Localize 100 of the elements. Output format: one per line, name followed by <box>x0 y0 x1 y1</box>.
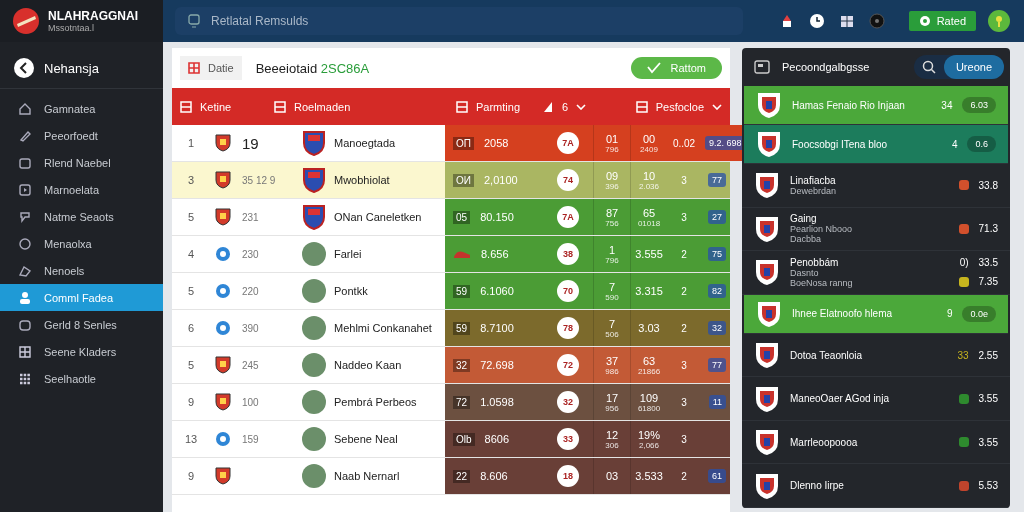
window-icon <box>754 60 770 74</box>
player-name: Sebene Neal <box>334 433 398 445</box>
player-name: Naab Nernarl <box>334 470 400 482</box>
rank-cell-text: 6 <box>186 322 196 334</box>
match-title: Foocsobgi ITena bloo <box>792 138 889 150</box>
sidebar-item[interactable]: Natme Seaots <box>0 203 163 230</box>
column-header[interactable]: Ketine <box>172 100 266 113</box>
sidebar-item[interactable]: Marnoelata <box>0 176 163 203</box>
player-name: ONan Caneletken <box>334 211 422 223</box>
sidebar-item[interactable]: Peeorfoedt <box>0 122 163 149</box>
match-item[interactable]: Foocsobgi ITena bloo 4 0.6 <box>744 125 1008 164</box>
column-header[interactable]: Parmting <box>442 100 534 113</box>
score-badge: 38 <box>557 243 579 265</box>
match-item[interactable]: Marrleoopoooa 3.55 <box>742 420 1010 465</box>
form-chip: 11 <box>708 395 726 409</box>
match-item[interactable]: Dlenno Iirpe 5.53 <box>742 464 1010 508</box>
column-header[interactable]: Pesfocloe <box>627 100 730 113</box>
form-chip: 77 <box>708 358 726 372</box>
player-name: Pembrá Perbeos <box>334 396 417 408</box>
sidebar-item[interactable]: Menaolxa <box>0 230 163 257</box>
club-crest-icon <box>754 384 780 413</box>
odds-value: 8606 <box>484 433 510 445</box>
filter-chip[interactable]: Datie <box>180 56 242 80</box>
sidebar-item[interactable]: Nenoels <box>0 257 163 284</box>
odds-value: 5.53 <box>978 480 998 492</box>
score-badge: 70 <box>557 280 579 302</box>
odds-value: 2,0100 <box>483 174 518 186</box>
match-detail: Dewebrdan <box>790 185 838 196</box>
table-row[interactable]: 9 100 Pembrá Perbeos 72 1.0598 32 17 956 109 61800 3 11 <box>172 384 730 421</box>
match-item[interactable]: Hamas Fenaio Rio Injaan 34 6.03 <box>744 86 1008 125</box>
panel-button[interactable]: Ureone <box>943 55 1004 79</box>
table-row[interactable]: 9 Naab Nernarl 22 8.606 18 03 3.533 2 61 <box>172 458 730 495</box>
stat-cell-text: 159 <box>242 433 260 445</box>
stat-cell-text: 390 <box>242 322 260 334</box>
score-badge: 74 <box>557 169 579 191</box>
sidebar-item[interactable]: Seene Kladers <box>0 338 163 365</box>
odds-value: 8.656 <box>481 248 509 260</box>
panel-title: Pecoondgalbgsse <box>782 61 871 73</box>
club-crest-icon <box>756 130 782 158</box>
match-item[interactable]: Dotoa Teaonloia 33 2.55 <box>742 333 1010 378</box>
match-detail: BoeNosa ranng <box>790 277 854 288</box>
table-row[interactable]: 3 35 12 9 Mwobhiolat ОИ 2,0100 74 09 396 10 2.036 3 77 <box>172 162 730 199</box>
brand-subtitle: Mssotntaa.l <box>48 23 96 33</box>
column-header[interactable]: 6 <box>534 100 596 113</box>
table-row[interactable]: 5 231 ONan Caneletken 05 80.150 7A 87 756 65 01018 3 27 <box>172 199 730 236</box>
match-count: 4 <box>951 138 958 150</box>
table-row[interactable]: 13 159 Sebene Neal Olb 8606 33 12 306 19% 2,066 3 <box>172 421 730 458</box>
match-item[interactable]: Linafiacba Dewebrdan 33.8 <box>742 164 1010 208</box>
column-icon <box>635 100 648 113</box>
stat-value: 65 <box>642 206 656 219</box>
match-item[interactable]: Penobbám Dasnto BoeNosa ranng 0) 33.5 7.35 <box>742 251 1010 295</box>
match-item[interactable]: Gaing Pearlion Nbooo Dacbba 71.3 <box>742 207 1010 252</box>
match-item[interactable]: ManeoOaer AGod inja 3.55 <box>742 377 1010 421</box>
menu-item-icon <box>18 155 32 170</box>
odds-tag: 59 <box>453 284 471 298</box>
match-item[interactable]: Ihnee Elatnoofo hlema 9 0.0e <box>744 294 1008 334</box>
stat-value: 2 <box>681 248 687 260</box>
menu-item-icon <box>18 182 32 197</box>
menu-item-icon <box>18 101 32 116</box>
logo-icon <box>12 7 40 35</box>
stat-sub: 61800 <box>637 403 661 413</box>
club-crest-icon <box>754 171 780 200</box>
sidebar-item[interactable]: Gerld 8 Senles <box>0 311 163 338</box>
stat-value: 109 <box>639 391 659 404</box>
column-header[interactable]: Roelmaden <box>266 100 442 113</box>
form-chip: 27 <box>708 210 726 224</box>
table-row[interactable]: 6 390 Mehlmi Conkanahet 59 8.7100 78 7 506 3.03 2 32 <box>172 310 730 347</box>
table-row[interactable]: 4 230 Farlei 8.656 38 1 796 3.555 2 75 <box>172 236 730 273</box>
rank-cell-text: 9 <box>186 470 196 482</box>
stat-cell-text: 245 <box>242 359 260 371</box>
form-chip: 77 <box>708 173 726 187</box>
match-title: ManeoOaer AGod inja <box>790 393 890 405</box>
odds-value: 6.1060 <box>480 285 514 297</box>
back-button[interactable]: Nehansja <box>0 42 163 89</box>
stat-value: 3.555 <box>635 248 663 260</box>
score-badge: 7A <box>557 132 579 154</box>
stat-sub: 396 <box>605 181 619 191</box>
table-row[interactable]: 5 220 Pontkk 59 6.1060 70 7 590 3.315 2 82 <box>172 273 730 310</box>
sidebar-item[interactable]: Rlend Naebel <box>0 149 163 176</box>
menu-item-icon <box>18 317 32 332</box>
player-name: Manoegtada <box>334 137 396 149</box>
stat-value: 1 <box>608 243 616 256</box>
stat-value: 01 <box>605 132 619 145</box>
search-field[interactable]: Retlatal Remsulds <box>175 7 743 35</box>
rated-button[interactable]: Rated <box>908 11 976 31</box>
sidebar-item[interactable]: Gamnatea <box>0 95 163 122</box>
table-row[interactable]: 5 245 Naddeo Kaan 32 72.698 72 37 986 63 21866 3 77 <box>172 347 730 384</box>
club-crest-icon <box>754 214 780 243</box>
stat-cell-text: 100 <box>242 396 260 408</box>
sidebar-item[interactable]: Seelhaotle <box>0 365 163 392</box>
match-detail: Pearlion Nbooo <box>790 224 854 235</box>
crest-icon <box>214 392 232 412</box>
rank-cell-text: 13 <box>183 433 199 445</box>
score-badge: 18 <box>557 465 579 487</box>
player-name: Farlei <box>334 248 362 260</box>
crest-icon <box>214 466 232 486</box>
player-name: Pontkk <box>334 285 368 297</box>
stat-value: 3 <box>681 433 687 445</box>
stat-sub: 756 <box>605 218 619 228</box>
match-title: Dlenno Iirpe <box>790 480 845 492</box>
